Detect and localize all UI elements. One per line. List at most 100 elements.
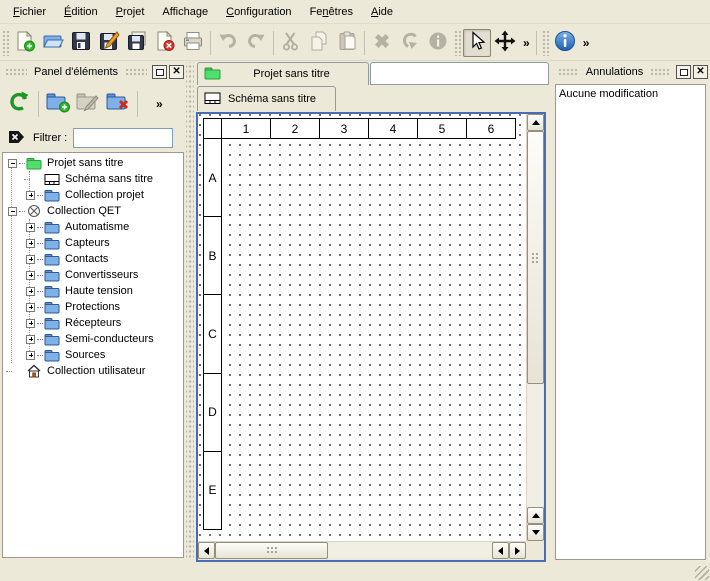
- undo-icon: [217, 30, 239, 55]
- tab-projet[interactable]: Projet sans titre: [197, 62, 369, 85]
- float-dock-button[interactable]: [152, 65, 167, 79]
- scroll-up-button-2[interactable]: [527, 507, 544, 524]
- panel-overflow-button[interactable]: »: [156, 97, 162, 111]
- undo-list-item[interactable]: Aucune modification: [556, 85, 705, 102]
- cut-button[interactable]: [277, 29, 305, 57]
- element-info-button[interactable]: [424, 29, 452, 57]
- filter-row: Filtrer :: [0, 124, 186, 152]
- tree-item-capteurs[interactable]: Capteurs: [3, 235, 183, 251]
- print-button[interactable]: [179, 29, 207, 57]
- undo-dock-header[interactable]: Annulations ✕: [553, 62, 710, 82]
- toolbar-handle[interactable]: [542, 30, 549, 56]
- close-file-button[interactable]: [151, 29, 179, 57]
- close-dock-button[interactable]: ✕: [169, 65, 184, 79]
- expand-icon[interactable]: [26, 191, 35, 200]
- toolbar-separator: [210, 31, 211, 55]
- float-dock-button[interactable]: [676, 65, 691, 79]
- toolbar-overflow-button[interactable]: »: [579, 36, 593, 50]
- expand-icon[interactable]: [26, 271, 35, 280]
- tree-item-collection-projet[interactable]: Collection projet: [3, 187, 183, 203]
- redo-button[interactable]: [242, 29, 270, 57]
- new-project-button[interactable]: [11, 29, 39, 57]
- scroll-left-button[interactable]: [198, 542, 215, 559]
- toolbar-handle[interactable]: [2, 30, 9, 56]
- expand-icon[interactable]: [26, 287, 35, 296]
- toolbar-separator: [364, 31, 365, 55]
- paste-icon: [336, 30, 358, 55]
- expand-icon[interactable]: [26, 335, 35, 344]
- toolbar-overflow-button[interactable]: »: [519, 36, 533, 50]
- tree-item-protections[interactable]: Protections: [3, 299, 183, 315]
- undo-dock-title: Annulations: [584, 66, 646, 78]
- save-button[interactable]: [67, 29, 95, 57]
- delete-button[interactable]: [368, 29, 396, 57]
- tree-item-semi-conducteurs[interactable]: Semi-conducteurs: [3, 331, 183, 347]
- close-dock-button[interactable]: ✕: [693, 65, 708, 79]
- clear-filter-icon[interactable]: [8, 130, 25, 147]
- tree-item-automatisme[interactable]: Automatisme: [3, 219, 183, 235]
- size-grip[interactable]: [695, 566, 709, 580]
- scroll-left-button-2[interactable]: [492, 542, 509, 559]
- dock-splitter[interactable]: [186, 62, 194, 560]
- selection-mode-button[interactable]: [463, 29, 491, 57]
- edit-category-button[interactable]: [73, 89, 103, 119]
- open-project-button[interactable]: [39, 29, 67, 57]
- schema-view[interactable]: 1 2 3 4 5 6 A B C D E: [196, 112, 546, 562]
- scroll-up-button[interactable]: [527, 114, 544, 131]
- about-button[interactable]: [551, 29, 579, 57]
- folder-edit-icon: [75, 90, 101, 117]
- expand-icon[interactable]: [26, 303, 35, 312]
- expand-icon[interactable]: [26, 255, 35, 264]
- paste-button[interactable]: [333, 29, 361, 57]
- expand-icon[interactable]: [26, 239, 35, 248]
- tree-item-recepteurs[interactable]: Récepteurs: [3, 315, 183, 331]
- menu-configuration[interactable]: Configuration: [217, 3, 300, 21]
- delete-category-button[interactable]: [103, 89, 133, 119]
- folder-icon: [44, 301, 60, 314]
- tree-item-convertisseurs[interactable]: Convertisseurs: [3, 267, 183, 283]
- new-category-button[interactable]: [43, 89, 73, 119]
- scroll-down-button[interactable]: [527, 524, 544, 541]
- float-icon: [680, 69, 688, 76]
- menu-fichier[interactable]: Fichier: [4, 3, 55, 21]
- undo-button[interactable]: [214, 29, 242, 57]
- horizontal-scroll-thumb[interactable]: [215, 542, 328, 559]
- collapse-icon[interactable]: [8, 207, 17, 216]
- tree-item-haute-tension[interactable]: Haute tension: [3, 283, 183, 299]
- expand-icon[interactable]: [26, 351, 35, 360]
- tree-item-sources[interactable]: Sources: [3, 347, 183, 363]
- vertical-scrollbar[interactable]: [526, 114, 543, 541]
- rotate-button[interactable]: [396, 29, 424, 57]
- tab-schema[interactable]: Schéma sans titre: [197, 86, 336, 111]
- undo-history-list[interactable]: Aucune modification: [555, 84, 706, 560]
- menu-projet[interactable]: Projet: [107, 3, 154, 21]
- reload-collections-button[interactable]: [4, 89, 34, 119]
- tree-item-collection-qet[interactable]: Collection QET: [3, 203, 183, 219]
- tree-item-project[interactable]: Projet sans titre: [3, 155, 183, 171]
- expand-icon[interactable]: [26, 319, 35, 328]
- copy-button[interactable]: [305, 29, 333, 57]
- tree-item-collection-utilisateur[interactable]: Collection utilisateur: [3, 363, 183, 379]
- qet-collection-icon: [26, 204, 42, 218]
- toolbar-handle[interactable]: [454, 30, 461, 56]
- schema-canvas[interactable]: 1 2 3 4 5 6 A B C D E: [198, 114, 526, 541]
- menu-aide[interactable]: Aide: [362, 3, 402, 21]
- scroll-right-button[interactable]: [509, 542, 526, 559]
- vertical-scroll-thumb[interactable]: [527, 131, 544, 384]
- column-header: 1: [221, 118, 271, 139]
- menu-fenetres[interactable]: Fenêtres: [301, 3, 362, 21]
- save-as-button[interactable]: [95, 29, 123, 57]
- menu-edition[interactable]: Édition: [55, 3, 107, 21]
- pan-mode-button[interactable]: [491, 29, 519, 57]
- elements-panel-header[interactable]: Panel d'éléments ✕: [0, 62, 186, 82]
- collapse-icon[interactable]: [8, 159, 17, 168]
- tree-item-contacts[interactable]: Contacts: [3, 251, 183, 267]
- menu-affichage[interactable]: Affichage: [153, 3, 217, 21]
- horizontal-scrollbar[interactable]: [198, 541, 526, 558]
- save-all-button[interactable]: [123, 29, 151, 57]
- dock-handle-texture: [125, 68, 147, 77]
- tree-item-schema[interactable]: Schéma sans titre: [3, 171, 183, 187]
- filter-input[interactable]: [73, 128, 173, 148]
- expand-icon[interactable]: [26, 223, 35, 232]
- arrow-up-icon: [532, 120, 540, 125]
